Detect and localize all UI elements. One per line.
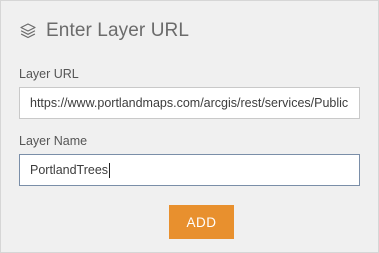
- layer-name-value: PortlandTrees: [30, 163, 109, 177]
- layer-name-input[interactable]: PortlandTrees: [19, 154, 360, 186]
- panel-header: Enter Layer URL: [19, 18, 189, 44]
- panel-title: Enter Layer URL: [46, 20, 190, 41]
- enter-layer-url-panel: Enter Layer URL Layer URL https://www.po…: [0, 0, 379, 253]
- layer-url-input[interactable]: https://www.portlandmaps.com/arcgis/rest…: [19, 87, 360, 119]
- add-button[interactable]: ADD: [169, 205, 234, 239]
- layer-url-label: Layer URL: [19, 67, 79, 81]
- text-caret: [109, 162, 111, 178]
- layer-url-value: https://www.portlandmaps.com/arcgis/rest…: [30, 96, 349, 110]
- layer-name-label: Layer Name: [19, 134, 88, 148]
- layers-icon: [19, 22, 37, 40]
